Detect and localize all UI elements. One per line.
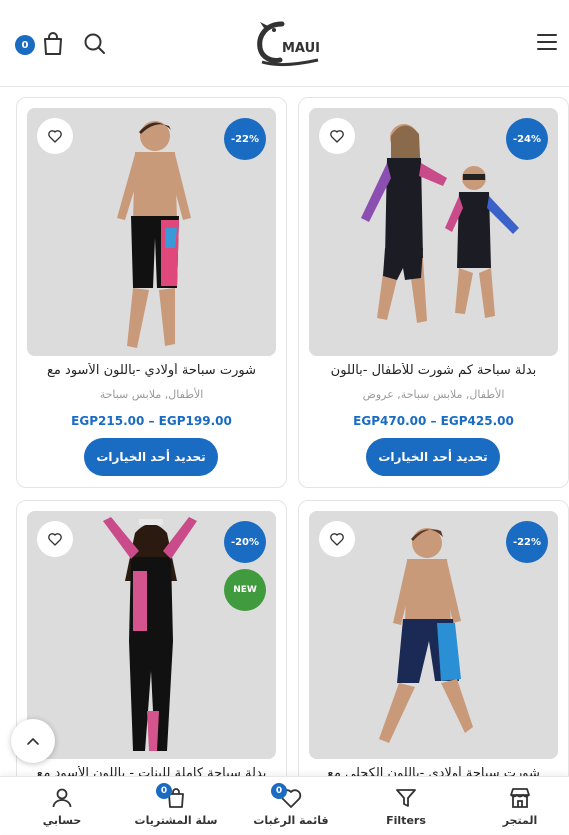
- product-price: EGP470.00 – EGP425.00: [353, 414, 514, 428]
- filter-icon: [396, 789, 416, 807]
- nav-store-label: المتجر: [502, 814, 538, 827]
- nav-account[interactable]: حسابي: [14, 777, 110, 835]
- product-card[interactable]: -24% بدلة سباحة كم شورت للأطفال -باللون …: [298, 97, 569, 488]
- user-icon: [52, 788, 72, 808]
- scroll-to-top-button[interactable]: [11, 719, 55, 763]
- discount-badge: -24%: [506, 118, 548, 160]
- nav-filters[interactable]: Filters: [358, 777, 454, 835]
- nav-wishlist-label: قائمة الرغبات: [253, 814, 329, 827]
- svg-text:MAUI: MAUI: [282, 41, 320, 56]
- bottom-navigation: المتجر Filters 0 قائمة الرغبات 0 سلة الم…: [0, 776, 569, 834]
- discount-badge: -22%: [506, 521, 548, 563]
- site-header: MAUI 0: [0, 0, 569, 87]
- product-title[interactable]: بدلة سباحة كم شورت للأطفال -باللون: [307, 363, 560, 378]
- wishlist-heart-icon[interactable]: [37, 521, 73, 557]
- product-card[interactable]: -20% NEW بدلة سباحة كاملة للبنات - باللو…: [16, 500, 287, 820]
- cart-count-badge: 0: [15, 35, 35, 55]
- product-card[interactable]: -22% شورت سباحة أولادي -باللون الكحلي مع: [298, 500, 569, 820]
- wishlist-heart-icon[interactable]: [319, 521, 355, 557]
- product-categories[interactable]: الأطفال, ملابس سباحة, عروض: [307, 388, 560, 401]
- select-options-button[interactable]: تحديد أحد الخيارات: [84, 438, 218, 476]
- site-logo[interactable]: MAUI: [252, 16, 324, 68]
- select-options-button[interactable]: تحديد أحد الخيارات: [366, 438, 500, 476]
- nav-account-label: حسابي: [42, 814, 82, 827]
- product-categories[interactable]: الأطفال, ملابس سباحة: [25, 388, 278, 401]
- wishlist-heart-icon[interactable]: [319, 118, 355, 154]
- menu-icon[interactable]: [537, 34, 557, 52]
- nav-store[interactable]: المتجر: [472, 777, 568, 835]
- nav-wishlist[interactable]: 0 قائمة الرغبات: [243, 777, 339, 835]
- wishlist-count-badge: 0: [271, 783, 287, 799]
- new-badge: NEW: [224, 569, 266, 611]
- discount-badge: -20%: [224, 521, 266, 563]
- nav-cart[interactable]: 0 سلة المشتريات: [128, 777, 224, 835]
- cart-count-badge-bottom: 0: [156, 783, 172, 799]
- nav-filters-label: Filters: [386, 814, 426, 827]
- nav-cart-label: سلة المشتريات: [134, 814, 218, 827]
- discount-badge: -22%: [224, 118, 266, 160]
- store-icon: [510, 788, 530, 808]
- search-icon[interactable]: [82, 31, 108, 57]
- product-price: EGP215.00 – EGP199.00: [71, 414, 232, 428]
- product-title[interactable]: شورت سباحة أولادي -باللون الأسود مع: [25, 363, 278, 378]
- wishlist-heart-icon[interactable]: [37, 118, 73, 154]
- shopping-bag-icon[interactable]: [40, 31, 66, 57]
- chevron-up-icon: [27, 738, 39, 745]
- product-card[interactable]: -22% شورت سباحة أولادي -باللون الأسود مع…: [16, 97, 287, 488]
